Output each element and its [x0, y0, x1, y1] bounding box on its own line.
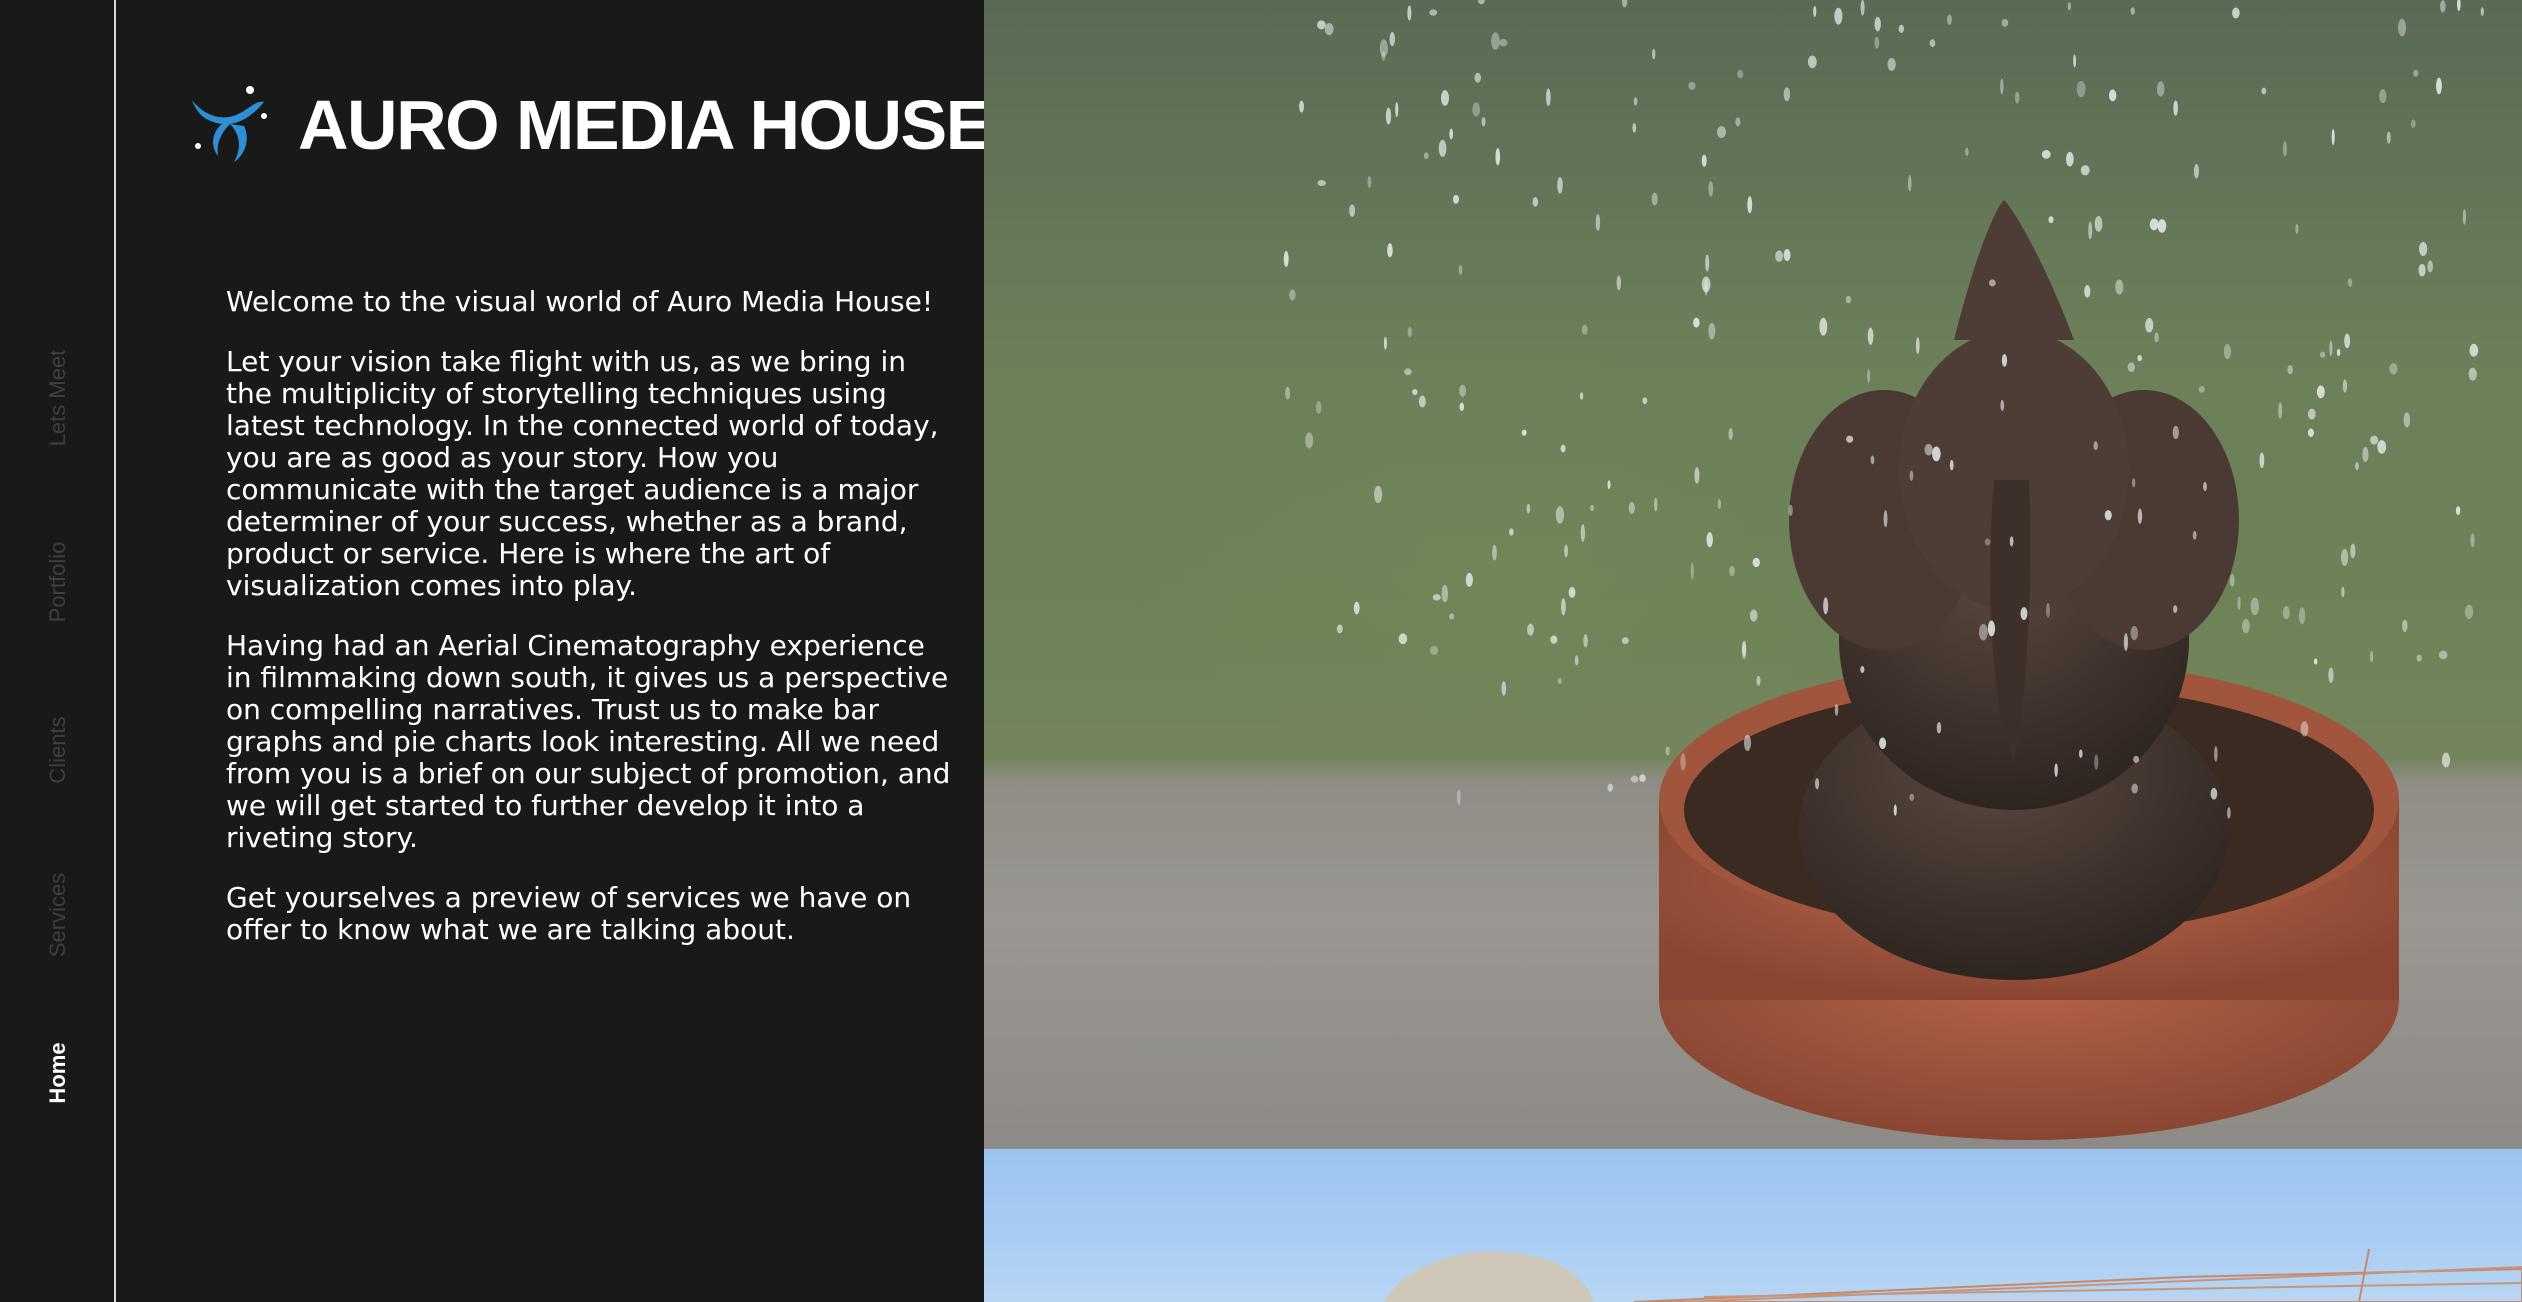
intro-paragraph: Having had an Aerial Cinematography expe…: [226, 629, 951, 854]
content-panel: AURO MEDIA HOUSE Welcome to the visual w…: [118, 0, 992, 1302]
nav-item-lets-meet[interactable]: Lets Meet: [45, 350, 71, 447]
sky-scene-decoration: [1384, 1248, 2522, 1302]
hero-image: (function(){ var svg = document.querySel…: [984, 0, 2522, 1149]
water-drops-decoration: [1283, 0, 2484, 1140]
brand-title: AURO MEDIA HOUSE: [298, 86, 992, 164]
nav-item-clients[interactable]: Clients: [45, 716, 71, 783]
nav-item-home[interactable]: Home: [45, 1042, 71, 1103]
intro-paragraph: Let your vision take flight with us, as …: [226, 345, 939, 602]
intro-text: Welcome to the visual world of Auro Medi…: [226, 286, 956, 974]
secondary-image: [984, 1149, 2522, 1302]
intro-paragraph: Welcome to the visual world of Auro Medi…: [226, 285, 934, 318]
side-nav: Lets Meet Portfolio Clients Services Hom…: [0, 0, 116, 1302]
intro-paragraph: Get yourselves a preview of services we …: [226, 881, 912, 946]
nav-item-portfolio[interactable]: Portfolio: [45, 542, 71, 623]
brand-header[interactable]: AURO MEDIA HOUSE: [186, 82, 992, 168]
nav-item-services[interactable]: Services: [45, 873, 71, 957]
swirl-logo-icon: [192, 86, 267, 162]
